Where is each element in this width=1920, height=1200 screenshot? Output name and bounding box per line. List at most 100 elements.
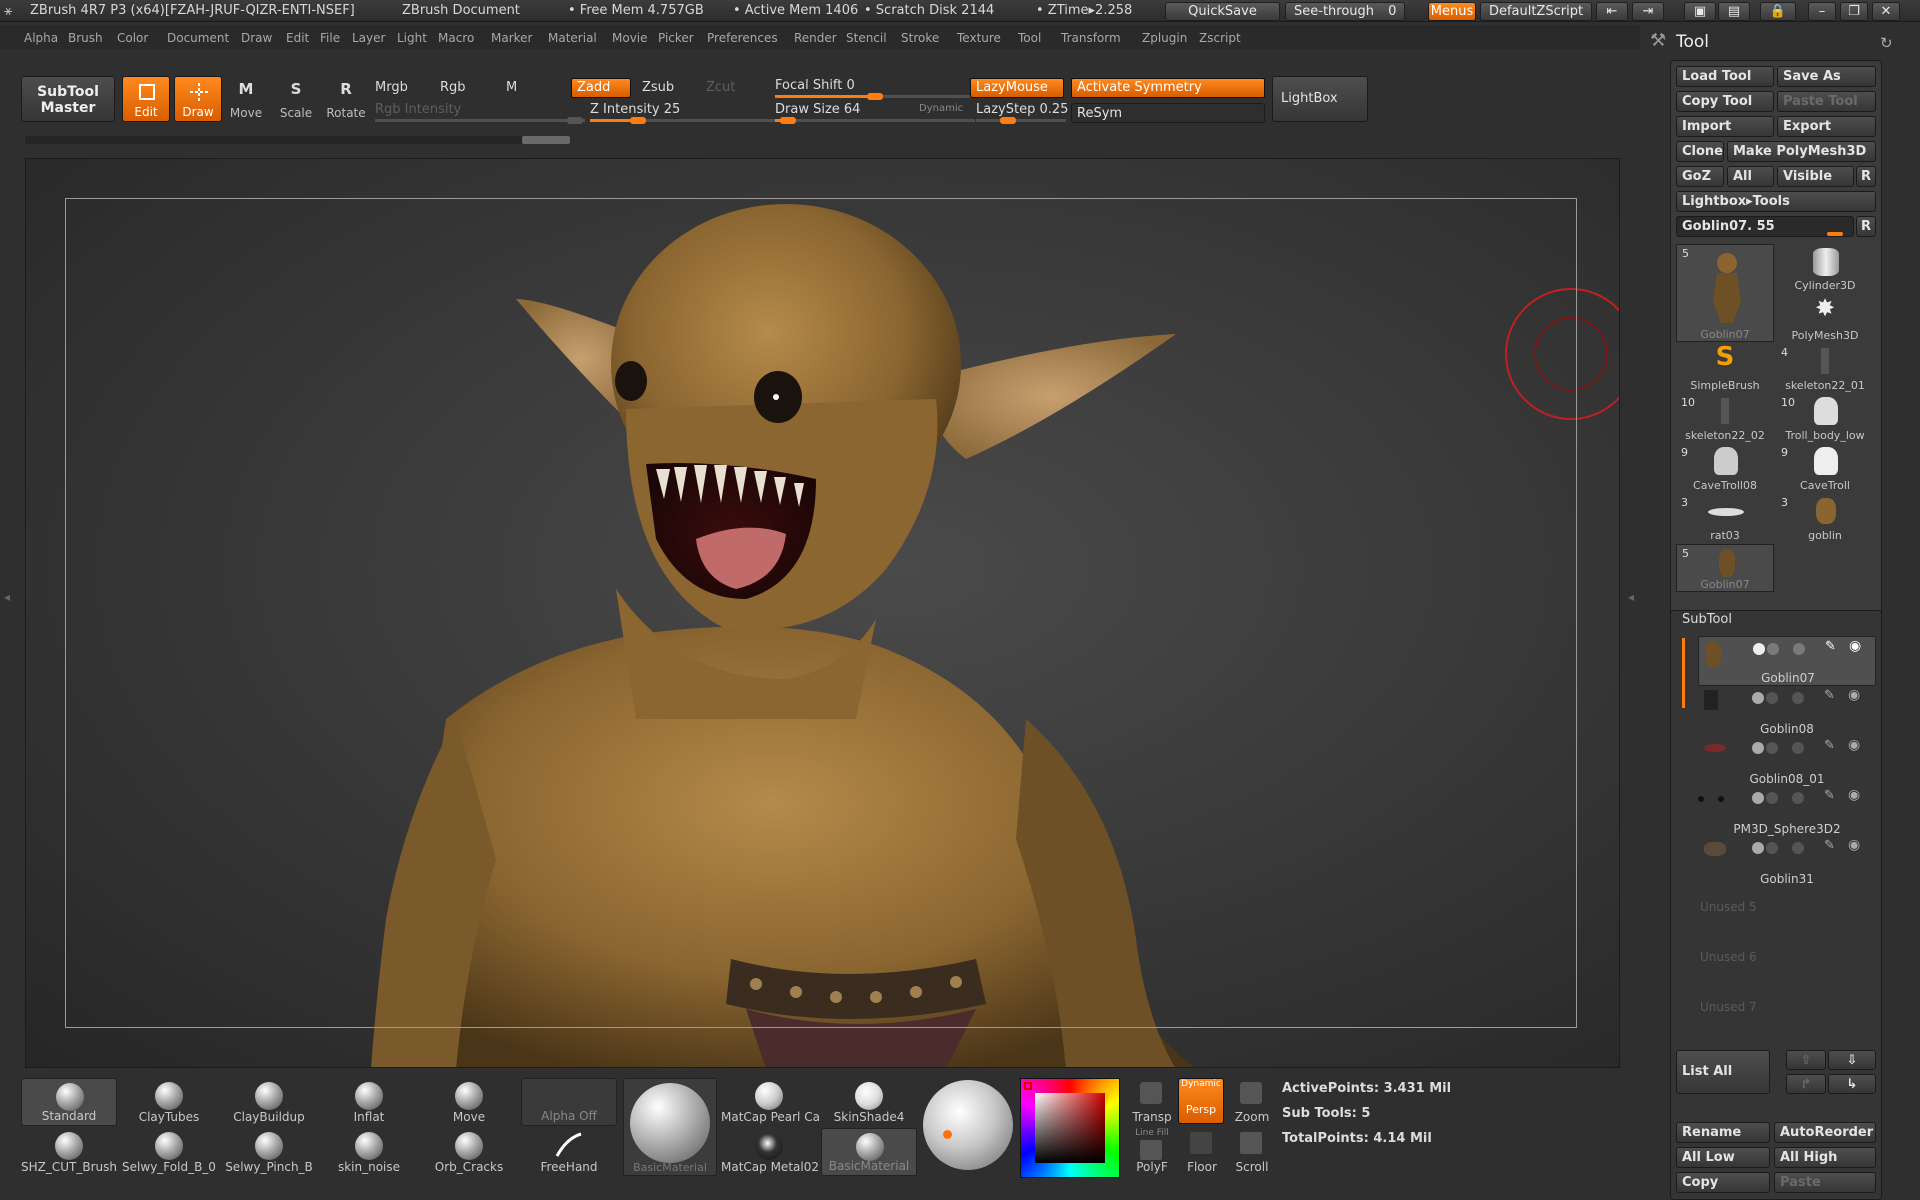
brush-inflat[interactable]: Inflat [321,1078,417,1126]
close-icon[interactable]: ✕ [1872,2,1900,21]
color-picker-square[interactable] [1035,1093,1105,1163]
tray-right-icon[interactable]: ⇥ [1632,2,1664,21]
menu-macro[interactable]: Macro [438,31,474,45]
tool-thumb-skeleton22-02[interactable]: 10 skeleton22_02 [1676,394,1774,442]
menu-layer[interactable]: Layer [352,31,385,45]
paste-tool-button[interactable]: Paste Tool [1777,91,1876,112]
menu-picker[interactable]: Picker [658,31,694,45]
color-picker[interactable] [1020,1078,1120,1178]
right-tray-handle-icon[interactable]: ◂ [1628,590,1636,620]
goz-visible-button[interactable]: Visible [1777,166,1854,187]
arrow-up-disabled-icon[interactable]: ↱ [1786,1074,1826,1094]
eye-icon[interactable]: ◉ [1848,787,1860,803]
menu-stroke[interactable]: Stroke [901,31,939,45]
subtool-item-goblin31[interactable]: ✎ ◉ Goblin31 [1698,836,1876,886]
tool-thumb-goblin07-2[interactable]: 5 Goblin07 [1676,544,1774,592]
subtool-toggle-icon[interactable] [1753,643,1765,655]
polyf-button[interactable]: Line Fill PolyF [1128,1128,1176,1176]
clone-button[interactable]: Clone [1676,141,1724,162]
mrgb-button[interactable]: Mrgb [375,80,408,95]
tool-thumb-rat03[interactable]: 3 rat03 [1676,494,1774,542]
layout-alt-icon[interactable]: ▤ [1718,2,1750,21]
brush-edit-icon[interactable]: ✎ [1825,639,1836,654]
eye-icon[interactable]: ◉ [1848,837,1860,853]
persp-button[interactable]: Dynamic Persp [1178,1078,1224,1124]
transp-button[interactable]: Transp [1128,1078,1176,1126]
brush-shz-cut[interactable]: SHZ_CUT_Brush [21,1128,117,1176]
current-tool-slider[interactable]: Goblin07. 55 [1676,216,1854,237]
subtool-item-goblin07[interactable]: ✎ ◉ Goblin07 [1698,636,1876,686]
menu-alpha[interactable]: Alpha [24,31,58,45]
import-button[interactable]: Import [1676,116,1774,137]
move-up-disabled-icon[interactable]: ⇧ [1786,1050,1826,1070]
list-all-button[interactable]: List All [1676,1050,1770,1094]
brush-skin-noise[interactable]: skin_noise [321,1128,417,1176]
lazystep-slider[interactable]: LazyStep 0.25 [976,102,1068,117]
default-zscript-button[interactable]: DefaultZScript [1480,2,1592,21]
tool-thumb-simplebrush[interactable]: S SimpleBrush [1676,342,1774,392]
menu-color[interactable]: Color [117,31,148,45]
menu-preferences[interactable]: Preferences [707,31,778,45]
lazymouse-button[interactable]: LazyMouse [970,78,1064,98]
brush-edit-icon[interactable]: ✎ [1824,838,1835,853]
tool-thumb-cavetroll[interactable]: 9 CaveTroll [1776,444,1874,492]
menu-material[interactable]: Material [548,31,597,45]
basic-material-2[interactable]: BasicMaterial [821,1128,917,1176]
layout-icon[interactable]: ▣ [1684,2,1716,21]
rotate-button[interactable]: R Rotate [322,76,370,122]
zoom-button[interactable]: Zoom [1228,1078,1276,1126]
menu-brush[interactable]: Brush [68,31,103,45]
goz-all-button[interactable]: All [1727,166,1774,187]
left-tray-handle-icon[interactable]: ◂ [4,590,12,620]
menu-edit[interactable]: Edit [286,31,309,45]
rgb-intensity-slider[interactable]: Rgb Intensity [375,102,461,117]
rename-button[interactable]: Rename [1676,1122,1770,1143]
menu-document[interactable]: Document [167,31,229,45]
subtool-item-goblin08[interactable]: ✎ ◉ Goblin08 [1698,686,1876,736]
menu-zscript[interactable]: Zscript [1199,31,1241,45]
brush-edit-icon[interactable]: ✎ [1824,788,1835,803]
zadd-button[interactable]: Zadd [571,78,631,98]
load-tool-button[interactable]: Load Tool [1676,66,1774,87]
tool-r-button[interactable]: R [1856,216,1876,237]
draw-size-slider[interactable]: Draw Size 64 [775,102,860,117]
menu-transform[interactable]: Transform [1061,31,1121,45]
tray-left-icon[interactable]: ⇤ [1596,2,1628,21]
autoreorder-button[interactable]: AutoReorder [1774,1122,1876,1143]
rgb-button[interactable]: Rgb [440,80,466,95]
shelf-scrollbar[interactable] [25,136,570,144]
draw-button[interactable]: Draw [174,76,222,122]
material-selector[interactable]: BasicMaterial [623,1078,717,1176]
activate-symmetry-button[interactable]: Activate Symmetry [1071,78,1265,98]
scale-button[interactable]: S Scale [272,76,320,122]
brush-edit-icon[interactable]: ✎ [1824,688,1835,703]
shelf-scroll-thumb[interactable] [522,136,570,144]
brush-claytubes[interactable]: ClayTubes [121,1078,217,1126]
move-down-icon[interactable]: ⇩ [1828,1050,1876,1070]
menu-light[interactable]: Light [397,31,427,45]
arrow-down-icon[interactable]: ↳ [1828,1074,1876,1094]
eye-icon[interactable]: ◉ [1848,687,1860,703]
menu-stencil[interactable]: Stencil [846,31,887,45]
stroke-selector[interactable]: FreeHand [521,1128,617,1176]
lightbox-tools-button[interactable]: Lightbox▸Tools [1676,191,1876,212]
export-button[interactable]: Export [1777,116,1876,137]
lightbox-button[interactable]: LightBox [1272,76,1368,122]
dynamic-toggle[interactable]: Dynamic [919,103,963,114]
brush-claybuildup[interactable]: ClayBuildup [221,1078,317,1126]
make-polymesh3d-button[interactable]: Make PolyMesh3D [1727,141,1876,162]
brush-selwy-fold[interactable]: Selwy_Fold_B_0 [121,1128,217,1176]
subtool-scrollbar[interactable] [1682,638,1685,708]
maximize-icon[interactable]: ❐ [1840,2,1868,21]
all-high-button[interactable]: All High [1774,1147,1876,1168]
floor-button[interactable]: Floor [1178,1128,1226,1176]
menu-file[interactable]: File [320,31,340,45]
brush-orb-cracks[interactable]: Orb_Cracks [421,1128,517,1176]
menu-zplugin[interactable]: Zplugin [1142,31,1187,45]
menu-render[interactable]: Render [794,31,837,45]
matcap-metal02[interactable]: MatCap Metal02 [721,1128,819,1176]
refresh-icon[interactable]: ↻ [1880,34,1893,52]
see-through-slider[interactable]: See-through 0 [1285,2,1405,21]
resym-button[interactable]: ReSym [1071,103,1265,123]
brush-edit-icon[interactable]: ✎ [1824,738,1835,753]
